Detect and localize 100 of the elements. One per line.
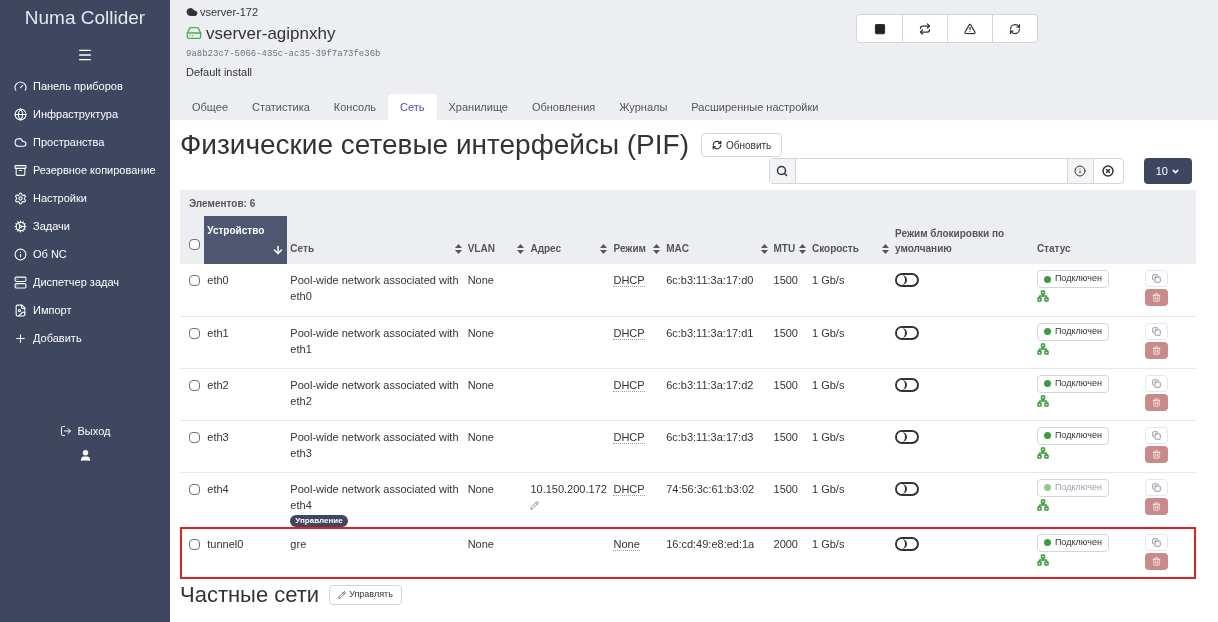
tab[interactable]: Обновления — [519, 94, 608, 120]
lock-toggle[interactable] — [895, 273, 920, 287]
pool-link[interactable]: vserver-172 — [200, 4, 259, 21]
tab[interactable]: Статистика — [240, 94, 322, 120]
management-badge: Управление — [290, 514, 348, 527]
network-icon — [1036, 394, 1049, 407]
sidebar-label: Резервное копирование — [33, 163, 156, 179]
network-cell-text: Pool-wide network associated with eth1 — [290, 325, 460, 357]
vlan-cell: None — [467, 274, 494, 286]
mode-cell[interactable]: DHCP — [613, 326, 645, 340]
column-header[interactable]: Скорость — [809, 216, 893, 264]
speed-cell: 1 Gb/s — [812, 326, 845, 339]
tab[interactable]: Хранилище — [436, 94, 520, 120]
checkbox[interactable] — [189, 275, 200, 286]
sidebar-item[interactable]: Диспетчер задач — [0, 268, 170, 297]
mtu-cell: 1500 — [773, 430, 798, 443]
copy-icon — [1152, 430, 1162, 440]
delete-button[interactable] — [1145, 445, 1169, 463]
speed-cell: 1 Gb/s — [812, 482, 845, 495]
trash-icon — [1152, 501, 1162, 511]
tab[interactable]: Расширенные настройки — [679, 94, 831, 120]
network-icon — [1036, 553, 1049, 566]
mode-cell[interactable]: DHCP — [613, 274, 645, 287]
lock-toggle[interactable] — [895, 429, 920, 444]
sidebar-item[interactable]: Резервное копирование — [0, 156, 170, 185]
column-header[interactable]: Статус — [1033, 216, 1146, 264]
status-badge[interactable]: Подключен — [1036, 374, 1109, 393]
delete-button[interactable] — [1145, 289, 1169, 306]
copy-icon — [1152, 482, 1162, 492]
clear-icon[interactable] — [1102, 165, 1115, 177]
sidebar-label: Задачи — [33, 219, 70, 235]
mac-cell: 16:cd:49:e8:ed:1a — [666, 537, 755, 550]
checkbox[interactable] — [189, 327, 200, 339]
tab[interactable]: Консоль — [321, 94, 389, 120]
network-icon — [1036, 290, 1049, 302]
refresh-button[interactable]: Обновить — [701, 133, 783, 157]
sidebar-item[interactable]: Об NC — [0, 240, 170, 269]
sidebar-item[interactable]: Настройки — [0, 184, 170, 213]
delete-button[interactable] — [1145, 552, 1169, 570]
vlan-cell: None — [467, 482, 494, 495]
column-header[interactable]: Адрес — [527, 216, 611, 264]
lock-toggle[interactable] — [895, 377, 920, 392]
info-icon[interactable] — [1074, 165, 1087, 177]
lock-toggle[interactable] — [895, 536, 920, 551]
column-header[interactable]: VLAN — [464, 216, 528, 264]
column-header[interactable]: Устройство — [204, 216, 288, 264]
checkbox[interactable] — [189, 379, 200, 391]
mtu-cell: 1500 — [773, 274, 798, 286]
mode-cell[interactable]: DHCP — [613, 430, 645, 444]
tab[interactable]: Журналы — [607, 94, 680, 120]
device-cell: eth0 — [207, 274, 229, 286]
file-icon — [14, 304, 27, 317]
checkbox[interactable] — [189, 483, 200, 495]
lock-toggle[interactable] — [895, 325, 920, 340]
logout-link[interactable]: Выход — [0, 422, 170, 439]
delete-button[interactable] — [1145, 393, 1169, 411]
manage-button[interactable]: Управлять — [329, 585, 402, 605]
status-badge[interactable]: Подключен — [1036, 270, 1109, 288]
sidebar-item[interactable]: Инфраструктура — [0, 100, 170, 129]
sidebar-label: Импорт — [33, 303, 72, 319]
warning-icon — [964, 22, 976, 35]
speed-cell: 1 Gb/s — [812, 430, 845, 443]
archive-icon — [14, 164, 27, 177]
status-badge[interactable]: Подключен — [1036, 426, 1109, 445]
sidebar-item[interactable]: Пространства — [0, 128, 170, 157]
plus-icon — [14, 332, 27, 345]
vlan-cell: None — [467, 326, 494, 339]
column-header[interactable]: Сеть — [287, 216, 465, 264]
delete-button[interactable] — [1145, 497, 1169, 515]
mode-cell[interactable]: DHCP — [613, 378, 645, 392]
address-cell-text: 10.150.200.172 — [530, 481, 607, 497]
search-field[interactable] — [768, 158, 1124, 184]
mode-cell[interactable]: None — [613, 537, 640, 551]
tab[interactable]: Общее — [180, 94, 241, 120]
checkbox[interactable] — [189, 538, 200, 550]
status-badge[interactable]: Подключен — [1036, 533, 1109, 552]
search-icon — [776, 165, 789, 177]
checkbox[interactable] — [189, 431, 200, 443]
sort-icon — [517, 244, 525, 254]
column-header[interactable]: MTU — [770, 216, 809, 264]
sidebar-item[interactable]: Задачи — [0, 212, 170, 241]
mode-cell[interactable]: DHCP — [613, 482, 645, 496]
lock-toggle[interactable] — [895, 481, 920, 496]
copy-icon — [1152, 537, 1162, 547]
page-size-dropdown[interactable]: 10 — [1143, 158, 1192, 184]
column-header[interactable]: Режим блокировки по умолчанию — [892, 216, 1034, 264]
delete-button[interactable] — [1145, 341, 1169, 359]
sidebar-item[interactable]: Импорт — [0, 296, 170, 325]
sidebar-item[interactable]: Панель приборов — [0, 72, 170, 101]
mtu-cell: 2000 — [773, 537, 798, 550]
cogs-icon — [14, 220, 27, 233]
section-title: Частные сети — [180, 583, 320, 607]
status-badge[interactable]: Подключен — [1036, 322, 1109, 341]
column-header[interactable]: Режим — [610, 216, 664, 264]
sidebar-item[interactable]: Добавить — [0, 324, 170, 353]
network-icon — [1036, 446, 1049, 459]
user-icon[interactable] — [78, 449, 92, 462]
checkbox[interactable] — [189, 238, 200, 250]
column-header[interactable]: MAC — [663, 216, 771, 264]
tab[interactable]: Сеть — [388, 94, 437, 120]
